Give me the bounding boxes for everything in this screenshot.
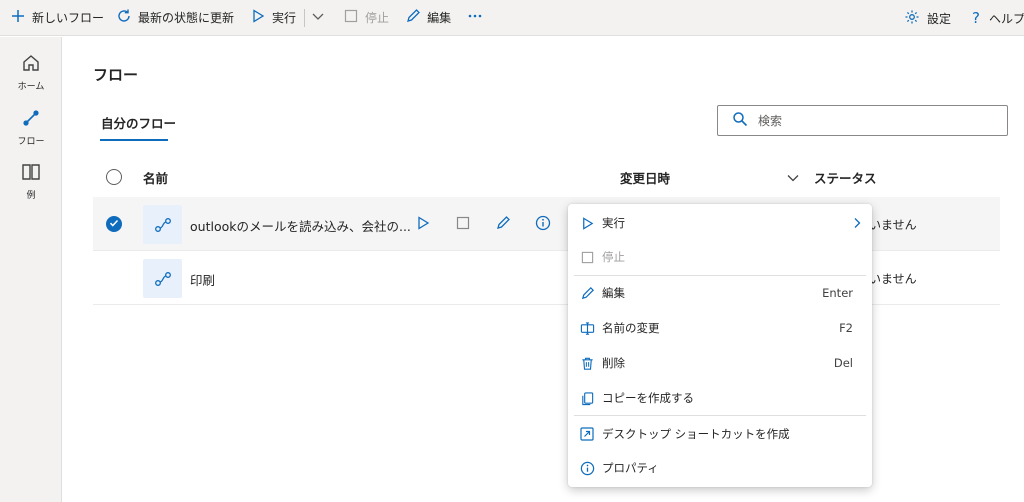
pencil-icon xyxy=(579,285,595,301)
flow-type-icon xyxy=(143,205,182,244)
plus-icon xyxy=(10,8,32,27)
home-icon xyxy=(21,53,41,76)
chevron-down-icon xyxy=(311,9,331,26)
run-dropdown-button[interactable] xyxy=(307,0,335,36)
stop-icon xyxy=(343,8,365,27)
row-run-button[interactable] xyxy=(414,215,432,233)
flow-name[interactable]: outlookのメールを読み込み、会社の... xyxy=(190,216,411,235)
new-flow-button[interactable]: 新しいフロー xyxy=(0,0,110,36)
stop-icon xyxy=(579,249,595,265)
book-icon xyxy=(21,162,41,185)
question-icon: ? xyxy=(972,9,980,27)
search-icon xyxy=(732,111,748,130)
menu-item-label: プロパティ xyxy=(602,461,659,475)
menu-item-label: 編集 xyxy=(602,286,625,300)
row-stop-button[interactable] xyxy=(454,215,472,233)
search-input[interactable]: 検索 xyxy=(758,112,782,129)
flow-status: いません xyxy=(869,218,917,232)
menu-item-label: 実行 xyxy=(602,216,625,230)
column-header-modified[interactable]: 変更日時 xyxy=(620,168,670,187)
flow-status: いません xyxy=(869,272,917,286)
info-icon xyxy=(579,460,595,476)
menu-item-stop[interactable]: 停止 xyxy=(568,240,872,274)
nav-label-examples: 例 xyxy=(26,191,36,201)
refresh-label: 最新の状態に更新 xyxy=(138,11,235,25)
shortcut-key: Del xyxy=(833,356,853,370)
pencil-icon xyxy=(495,215,511,234)
shortcut-icon xyxy=(579,426,595,442)
pencil-icon xyxy=(405,8,427,27)
row-info-button[interactable] xyxy=(534,215,552,233)
menu-item-label: 停止 xyxy=(602,250,625,264)
toolbar-divider xyxy=(304,8,306,27)
nav-item-home[interactable]: ホーム xyxy=(0,51,62,101)
help-button[interactable]: ? ヘルプ xyxy=(972,0,1024,36)
flow-type-icon xyxy=(143,259,182,298)
edit-label: 編集 xyxy=(427,11,452,25)
menu-item-desktop-shortcut[interactable]: デスクトップ ショートカットを作成 xyxy=(568,417,872,451)
nav-item-flows[interactable]: フロー xyxy=(0,106,62,156)
checkmark-icon xyxy=(109,217,119,231)
trash-icon xyxy=(579,355,595,371)
stop-button[interactable]: 停止 xyxy=(335,0,395,36)
menu-item-edit[interactable]: 編集 Enter xyxy=(568,276,872,310)
context-menu: 実行 停止 編集 Enter 名前の変更 F2 削除 Del コピーを作成する … xyxy=(568,204,872,487)
run-label: 実行 xyxy=(272,11,297,25)
column-header-status[interactable]: ステータス xyxy=(814,168,877,187)
menu-item-copy[interactable]: コピーを作成する xyxy=(568,381,872,415)
select-all-radio[interactable] xyxy=(106,169,122,185)
shortcut-key: F2 xyxy=(839,321,853,335)
chevron-right-icon xyxy=(852,217,862,232)
menu-item-label: デスクトップ ショートカットを作成 xyxy=(602,427,790,441)
search-box[interactable]: 検索 xyxy=(717,105,1008,136)
menu-divider xyxy=(574,415,866,416)
tab-active-indicator xyxy=(100,139,168,141)
shortcut-key: Enter xyxy=(822,286,853,300)
tab-my-flows[interactable]: 自分のフロー xyxy=(101,113,176,132)
menu-item-label: コピーを作成する xyxy=(602,391,694,405)
copy-icon xyxy=(579,390,595,406)
refresh-button[interactable]: 最新の状態に更新 xyxy=(110,0,240,36)
nav-label-flows: フロー xyxy=(17,137,45,147)
refresh-icon xyxy=(116,8,138,27)
menu-item-run[interactable]: 実行 xyxy=(568,206,872,240)
nav-item-examples[interactable]: 例 xyxy=(0,160,62,210)
menu-item-delete[interactable]: 削除 Del xyxy=(568,346,872,380)
edit-button[interactable]: 編集 xyxy=(395,0,457,36)
info-icon xyxy=(535,215,551,234)
settings-label: 設定 xyxy=(927,11,952,26)
row-selected-checkmark[interactable] xyxy=(106,216,122,232)
flow-icon xyxy=(21,108,41,131)
menu-item-label: 削除 xyxy=(602,356,625,370)
sort-chevron-icon[interactable] xyxy=(786,171,800,188)
menu-item-properties[interactable]: プロパティ xyxy=(568,451,872,485)
flow-name[interactable]: 印刷 xyxy=(190,270,215,289)
play-icon xyxy=(415,215,431,234)
play-icon xyxy=(250,8,272,27)
stop-label: 停止 xyxy=(365,11,390,25)
run-button[interactable]: 実行 xyxy=(240,0,302,36)
rename-icon xyxy=(579,320,595,336)
menu-item-label: 名前の変更 xyxy=(602,321,660,335)
new-flow-label: 新しいフロー xyxy=(32,11,105,25)
settings-button[interactable]: 設定 xyxy=(904,0,951,36)
nav-label-home: ホーム xyxy=(17,82,45,92)
more-icon xyxy=(467,8,489,27)
row-edit-button[interactable] xyxy=(494,215,512,233)
play-icon xyxy=(579,215,595,231)
help-label: ヘルプ xyxy=(988,11,1024,26)
menu-item-rename[interactable]: 名前の変更 F2 xyxy=(568,311,872,345)
page-title: フロー xyxy=(93,66,139,84)
command-bar: 新しいフロー 最新の状態に更新 実行 停止 編集 設定 ? ヘルプ xyxy=(0,0,1024,36)
more-button[interactable] xyxy=(457,0,495,36)
gear-icon xyxy=(904,9,920,28)
stop-icon xyxy=(456,216,470,233)
left-navigation: ホーム フロー 例 xyxy=(0,37,62,502)
column-header-name[interactable]: 名前 xyxy=(143,168,168,187)
